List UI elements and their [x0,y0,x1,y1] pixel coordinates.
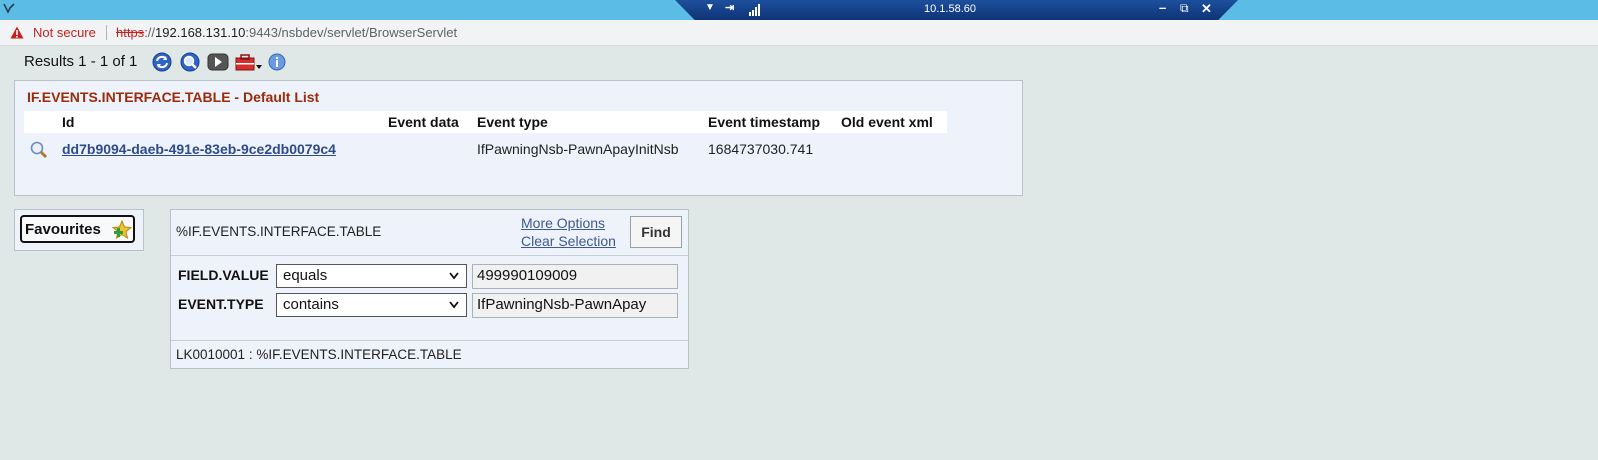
magnifier-icon[interactable] [29,140,49,159]
url-host: 192.168.131.10 [155,25,246,40]
operator-select[interactable]: equals [276,264,467,288]
column-header-old-event-xml: Old event xml [841,114,933,130]
column-header-event-timestamp: Event timestamp [708,114,821,130]
enquiry-footer: LK0010001 : %IF.EVENTS.INTERFACE.TABLE [176,347,462,362]
add-favourite-star-icon [111,220,132,240]
url-separator: :// [144,25,156,40]
restore-button[interactable]: ⧉ [1180,1,1189,16]
minimize-button[interactable]: – [1159,0,1166,15]
table-row: dd7b9094-daeb-491e-83eb-9ce2db0079c4 IfP… [24,138,947,160]
chevron-down-icon [449,301,459,309]
criteria-value-input[interactable]: 499990109009 [472,264,678,289]
favourites-panel: Favourites [14,209,144,251]
column-header-event-data: Event data [388,114,459,130]
row-event-type: IfPawningNsb-PawnApayInitNsb [477,141,679,157]
find-button[interactable]: Find [630,216,682,248]
criteria-field-label: EVENT.TYPE [178,296,264,312]
title-bar: ▼ ⇥ 10.1.58.60 – ⧉ ✕ [0,0,1598,20]
row-event-timestamp: 1684737030.741 [708,141,814,157]
column-header-id: Id [62,114,75,130]
favourites-button[interactable]: Favourites [20,215,135,243]
chevron-down-icon [449,272,459,280]
tools-icon[interactable] [234,52,264,72]
selection-criteria-panel: %IF.EVENTS.INTERFACE.TABLE More Options … [170,209,689,369]
clear-selection-link[interactable]: Clear Selection [521,233,616,249]
address-bar[interactable]: Not secure https://192.168.131.10:9443/n… [0,20,1598,46]
url-text[interactable]: https://192.168.131.10:9443/nsbdev/servl… [116,25,457,40]
security-status[interactable]: Not secure [33,25,96,40]
operator-value: equals [283,267,328,284]
remote-connection-bar: ▼ ⇥ 10.1.58.60 – ⧉ ✕ [675,0,1238,20]
divider [171,340,688,341]
search-icon[interactable] [178,52,202,72]
remote-host-ip: 10.1.58.60 [924,3,976,15]
table-header: Id Event data Event type Event timestamp… [24,111,947,133]
url-path: :9443/nsbdev/servlet/BrowserServlet [245,25,458,40]
more-options-link[interactable]: More Options [521,215,605,231]
url-scheme: https [116,25,145,40]
list-title: IF.EVENTS.INTERFACE.TABLE - Default List [27,89,320,105]
enquiry-results-panel: IF.EVENTS.INTERFACE.TABLE - Default List… [14,80,1023,196]
pin-dropdown-icon[interactable]: ▼ [705,2,715,13]
favourites-label: Favourites [25,221,101,238]
operator-select[interactable]: contains [276,293,467,317]
enquiry-name: %IF.EVENTS.INTERFACE.TABLE [176,224,382,239]
divider [171,255,688,256]
warning-icon[interactable] [10,26,24,39]
play-icon[interactable] [206,52,230,72]
connection-info-icon[interactable]: ⇥ [725,1,734,14]
row-id-link[interactable]: dd7b9094-daeb-491e-83eb-9ce2db0079c4 [62,141,336,157]
close-button[interactable]: ✕ [1201,1,1212,17]
signal-strength-icon [749,4,760,16]
address-separator [106,25,107,40]
results-count: Results 1 - 1 of 1 [24,53,138,70]
criteria-field-label: FIELD.VALUE [178,267,269,283]
info-icon[interactable] [266,52,288,72]
refresh-icon[interactable] [150,52,174,72]
app-logo-icon [3,3,15,14]
criteria-value-input[interactable]: IfPawningNsb-PawnApay [472,293,678,318]
operator-value: contains [283,296,339,313]
column-header-event-type: Event type [477,114,548,130]
